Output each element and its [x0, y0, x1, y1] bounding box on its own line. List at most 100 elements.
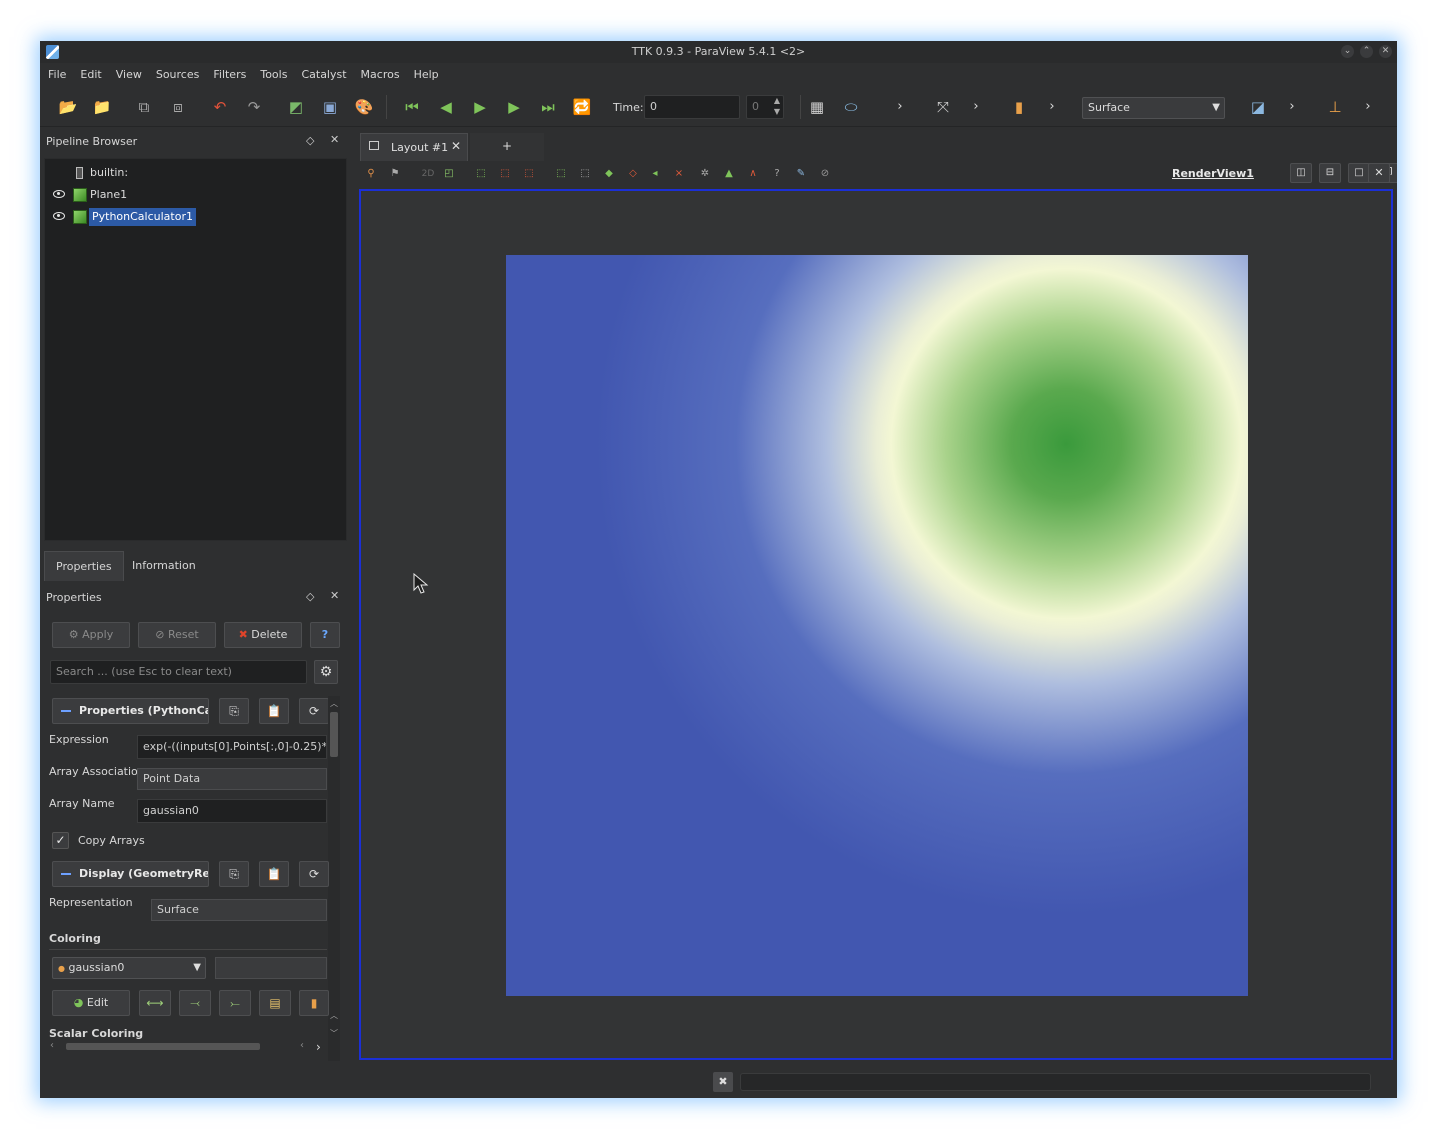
polygon-select-icon[interactable]: ◆	[602, 167, 616, 181]
properties-section-header[interactable]: Properties (PythonCalcula	[52, 698, 209, 724]
help-button[interactable]: ?	[310, 622, 340, 648]
display-section-header[interactable]: Display (GeometryRepres	[52, 861, 209, 887]
tab-properties[interactable]: Properties	[44, 551, 124, 581]
visibility-eye-icon[interactable]	[53, 190, 65, 198]
tab-information[interactable]: Information	[121, 551, 207, 581]
undo-icon[interactable]: ↶	[210, 97, 230, 117]
camera-undo-icon[interactable]: ◩	[286, 97, 306, 117]
select-points-icon[interactable]: ⬚	[498, 167, 512, 181]
scroll-left-icon[interactable]: ‹	[300, 1040, 304, 1051]
representation-select[interactable]: Surface ▼	[1082, 97, 1225, 119]
interactive-select-icon[interactable]: ⬚	[554, 167, 568, 181]
clear-selection-icon[interactable]: ⊘	[818, 167, 832, 181]
float-dock-icon[interactable]: ◇	[306, 590, 314, 603]
camera-reset-icon[interactable]: ◰	[442, 167, 456, 181]
tab-layout-1[interactable]: Layout #1 ✕	[360, 133, 468, 161]
clear-progress-icon[interactable]: ✖	[713, 1072, 733, 1092]
calculator-icon[interactable]: ▦	[807, 97, 827, 117]
reset-camera-icon[interactable]: ⤧	[933, 97, 953, 117]
save-screenshot-icon[interactable]: ▣	[320, 97, 340, 117]
array-association-select[interactable]: Point Data	[137, 768, 327, 790]
close-tab-icon[interactable]: ✕	[451, 139, 461, 153]
split-vertical-icon[interactable]: ⊟	[1319, 163, 1341, 183]
open-file-icon[interactable]: 📂	[58, 97, 78, 117]
restore-display-icon[interactable]: ⟳	[299, 861, 329, 887]
disconnect-icon[interactable]: ⧈	[168, 97, 188, 117]
restore-defaults-icon[interactable]: ⟳	[299, 698, 329, 724]
loop-icon[interactable]: 🔁	[572, 97, 592, 117]
show-labels-icon[interactable]: ∧	[746, 167, 760, 181]
hover-points-icon[interactable]: ✲	[698, 167, 712, 181]
filter-icon[interactable]: ⬭	[841, 97, 861, 117]
load-state-icon[interactable]: 📁	[92, 97, 112, 117]
array-name-input[interactable]: gaussian0	[137, 799, 327, 823]
float-dock-icon[interactable]: ◇	[306, 134, 314, 147]
select-cells-icon[interactable]: ⬚	[474, 167, 488, 181]
previous-frame-icon[interactable]: ◀	[436, 97, 456, 117]
copy-properties-icon[interactable]: ⎘	[219, 698, 249, 724]
last-frame-icon[interactable]: ⏭	[538, 97, 558, 117]
select-block-icon[interactable]: ⬚	[578, 167, 592, 181]
coloring-array-select[interactable]: ● gaussian0 ▼	[52, 957, 206, 979]
close-view-icon[interactable]: ✕	[1368, 163, 1390, 183]
close-window-icon[interactable]: ✕	[1379, 45, 1392, 58]
toolbar-overflow-icon[interactable]: ›	[1282, 97, 1302, 117]
pipeline-item-pythoncalculator1[interactable]: PythonCalculator1	[45, 207, 345, 227]
query-icon[interactable]: ?	[770, 167, 784, 181]
toolbar-overflow-icon[interactable]: ›	[1358, 97, 1378, 117]
visibility-eye-icon[interactable]	[53, 212, 65, 220]
close-dock-icon[interactable]: ✕	[330, 133, 339, 146]
menu-catalyst[interactable]: Catalyst	[293, 63, 352, 87]
edit-selection-icon[interactable]: ✎	[794, 167, 808, 181]
apply-button[interactable]: ⚙ Apply	[52, 622, 130, 648]
first-frame-icon[interactable]: ⏮	[402, 97, 422, 117]
scroll-up-icon[interactable]: ︿	[330, 1010, 338, 1021]
pipeline-item-builtin[interactable]: builtin:	[45, 163, 345, 183]
edit-colormap-button[interactable]: ◕ Edit	[52, 990, 130, 1016]
minimize-icon[interactable]: ⌄	[1341, 45, 1354, 58]
time-input[interactable]: 0	[644, 95, 740, 119]
menu-edit[interactable]: Edit	[72, 63, 107, 87]
render-view[interactable]	[359, 189, 1393, 1060]
mode-2d-toggle[interactable]: 2D	[418, 167, 438, 181]
palette-icon[interactable]: 🎨	[354, 97, 374, 117]
close-dock-icon[interactable]: ✕	[330, 589, 339, 602]
grow-selection-icon[interactable]: ◂	[648, 167, 662, 181]
hover-cells-icon[interactable]: ▲	[722, 167, 736, 181]
copy-display-icon[interactable]: ⎘	[219, 861, 249, 887]
rescale-temporal-icon[interactable]: ⤚	[219, 990, 251, 1016]
scroll-right-icon[interactable]: ›	[316, 1040, 321, 1054]
colorbar-visibility-icon[interactable]: ▤	[259, 990, 291, 1016]
axes-icon[interactable]: ⊥	[1325, 97, 1345, 117]
color-legend-icon[interactable]: ▮	[299, 990, 329, 1016]
color-map-icon[interactable]: ▮	[1009, 97, 1029, 117]
shrink-selection-icon[interactable]: ×	[672, 167, 686, 181]
expression-input[interactable]: exp(-((inputs[0].Points[:,0]-0.25)*(inpu…	[137, 735, 327, 759]
redo-icon[interactable]: ↷	[244, 97, 264, 117]
maximize-icon[interactable]: ⌃	[1360, 45, 1373, 58]
display-representation-select[interactable]: Surface	[151, 899, 327, 921]
scroll-down-icon[interactable]: ﹀	[330, 1028, 338, 1039]
copy-arrays-checkbox[interactable]: ✓	[52, 832, 69, 849]
menu-macros[interactable]: Macros	[353, 63, 406, 87]
reset-button[interactable]: ⊘ Reset	[138, 622, 216, 648]
camera-link-icon[interactable]: ⚲	[364, 167, 378, 181]
menu-help[interactable]: Help	[406, 63, 445, 87]
toolbar-overflow-icon[interactable]: ›	[966, 97, 986, 117]
capture-icon[interactable]: ⚑	[388, 167, 402, 181]
menu-filters[interactable]: Filters	[205, 63, 252, 87]
select-frustum-icon[interactable]: ⬚	[522, 167, 536, 181]
scroll-left-icon[interactable]: ‹	[50, 1040, 54, 1051]
properties-hscrollbar[interactable]: ‹ ‹ ›	[50, 1040, 328, 1054]
view-icon[interactable]: ◪	[1248, 97, 1268, 117]
new-layout-tab[interactable]: +	[470, 133, 544, 161]
paste-display-icon[interactable]: 📋	[259, 861, 289, 887]
coloring-component-select[interactable]	[215, 957, 327, 979]
menu-tools[interactable]: Tools	[252, 63, 293, 87]
pipeline-item-plane1[interactable]: Plane1	[45, 185, 345, 205]
split-horizontal-icon[interactable]: ◫	[1290, 163, 1312, 183]
polygon-points-icon[interactable]: ◇	[626, 167, 640, 181]
properties-search-input[interactable]: Search ... (use Esc to clear text)	[50, 660, 307, 684]
time-step-spinbox[interactable]: 0 ▲ ▼	[746, 95, 784, 119]
scroll-up-icon[interactable]: ︿	[330, 698, 338, 709]
